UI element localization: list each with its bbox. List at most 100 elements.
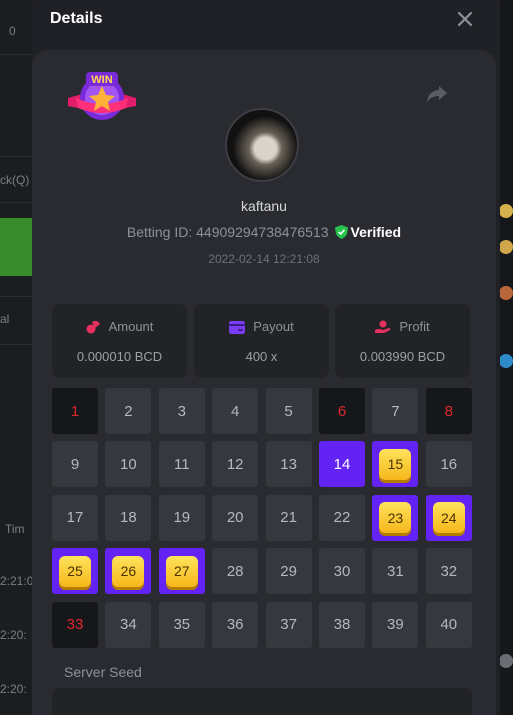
stat-payout-value: 400 x xyxy=(245,349,278,364)
keno-cell[interactable]: 14 xyxy=(319,441,365,488)
avatar-icon xyxy=(499,354,513,368)
gem-number: 23 xyxy=(379,502,412,534)
keno-cell[interactable]: 37 xyxy=(265,601,312,648)
keno-cell-number: 36 xyxy=(226,616,244,634)
avatar-icon xyxy=(499,654,513,668)
avatar-icon xyxy=(499,240,513,254)
keno-cell[interactable]: 8 xyxy=(425,388,472,434)
keno-cell[interactable]: 11 xyxy=(158,441,205,488)
username[interactable]: kaftanu xyxy=(32,198,496,214)
background-divider xyxy=(0,54,32,55)
keno-cell-number: 38 xyxy=(333,616,351,634)
hand-coin-icon xyxy=(375,320,391,333)
keno-cell[interactable]: 15 xyxy=(372,441,419,488)
keno-cell-number: 5 xyxy=(284,402,293,420)
verified-label: Verified xyxy=(350,224,402,240)
keno-cell-number: 35 xyxy=(173,616,191,634)
keno-cell[interactable]: 19 xyxy=(158,494,205,541)
keno-cell[interactable]: 25 xyxy=(52,548,98,595)
wallet-icon xyxy=(229,321,246,334)
keno-cell[interactable]: 28 xyxy=(212,548,259,595)
details-panel: WIN kaftanu Betting ID: 4490929473847651… xyxy=(32,50,496,715)
server-seed-label: Server Seed xyxy=(64,664,142,680)
keno-cell-number: 1 xyxy=(70,402,80,420)
keno-cell-number: 29 xyxy=(280,562,297,580)
keno-cell-number: 37 xyxy=(280,616,297,634)
keno-cell[interactable]: 23 xyxy=(372,494,419,541)
keno-cell[interactable]: 33 xyxy=(52,601,98,648)
avatar[interactable] xyxy=(225,108,299,182)
keno-cell-number: 39 xyxy=(387,616,404,634)
stat-profit-label: Profit xyxy=(399,319,430,334)
gem-number: 15 xyxy=(379,448,412,480)
keno-cell[interactable]: 16 xyxy=(425,441,472,488)
keno-cell[interactable]: 30 xyxy=(319,548,365,595)
keno-cell-number: 22 xyxy=(333,509,351,527)
keno-cell-number: 33 xyxy=(66,616,84,634)
keno-cell-number: 21 xyxy=(280,509,297,527)
keno-cell[interactable]: 13 xyxy=(265,441,312,488)
keno-cell[interactable]: 2 xyxy=(105,388,152,434)
keno-cell-number: 2 xyxy=(124,402,133,420)
keno-cell[interactable]: 35 xyxy=(158,601,205,648)
keno-cell[interactable]: 31 xyxy=(372,548,419,595)
keno-cell[interactable]: 4 xyxy=(212,388,259,434)
keno-cell[interactable]: 1 xyxy=(52,388,98,434)
keno-cell[interactable]: 12 xyxy=(212,441,259,488)
keno-cell-number: 16 xyxy=(440,455,458,473)
keno-cell-number: 6 xyxy=(337,402,347,420)
keno-cell[interactable]: 10 xyxy=(105,441,152,488)
server-seed-field[interactable] xyxy=(52,688,472,715)
avatar-icon xyxy=(499,286,513,300)
details-modal: Details WIN kaftanu Betting ID: 44909294… xyxy=(32,0,500,715)
close-icon[interactable] xyxy=(456,10,474,28)
keno-cell[interactable]: 20 xyxy=(212,494,259,541)
stat-profit-value: 0.003990 BCD xyxy=(359,349,446,364)
keno-cell[interactable]: 9 xyxy=(52,441,98,488)
keno-cell-number: 31 xyxy=(387,562,404,580)
keno-cell[interactable]: 34 xyxy=(105,601,152,648)
stat-payout: Payout 400 x xyxy=(194,304,329,378)
modal-title: Details xyxy=(50,10,103,27)
keno-cell-number: 17 xyxy=(66,509,84,527)
keno-cell[interactable]: 32 xyxy=(425,548,472,595)
keno-cell-number: 11 xyxy=(174,455,190,473)
keno-cell[interactable]: 27 xyxy=(158,548,205,595)
keno-cell[interactable]: 7 xyxy=(372,388,419,434)
share-icon[interactable] xyxy=(426,84,448,104)
keno-cell[interactable]: 6 xyxy=(319,388,365,434)
keno-cell[interactable]: 22 xyxy=(319,494,365,541)
keno-cell[interactable]: 17 xyxy=(52,494,98,541)
keno-cell[interactable]: 5 xyxy=(265,388,312,434)
background-text: 2:20: xyxy=(0,628,27,642)
keno-cell-number: 30 xyxy=(333,562,351,580)
coins-icon xyxy=(86,320,100,334)
keno-cell[interactable]: 40 xyxy=(425,601,472,648)
keno-cell-number: 8 xyxy=(444,402,453,420)
stat-amount-value: 0.000010 BCD xyxy=(76,349,163,364)
keno-cell-number: 12 xyxy=(226,455,244,473)
keno-cell[interactable]: 3 xyxy=(158,388,205,434)
bet-timestamp: 2022-02-14 12:21:08 xyxy=(208,252,320,266)
betting-id-row: Betting ID: 44909294738476513 Verified xyxy=(32,224,496,240)
gem-number: 24 xyxy=(432,502,465,534)
stat-amount-label: Amount xyxy=(108,319,154,334)
keno-cell[interactable]: 26 xyxy=(105,548,152,595)
background-divider xyxy=(0,156,32,157)
keno-cell[interactable]: 24 xyxy=(425,494,472,541)
keno-cell[interactable]: 38 xyxy=(319,601,365,648)
keno-cell[interactable]: 21 xyxy=(265,494,312,541)
gem-number: 27 xyxy=(165,555,198,587)
keno-cell[interactable]: 29 xyxy=(265,548,312,595)
keno-cell[interactable]: 36 xyxy=(212,601,259,648)
keno-cell-number: 4 xyxy=(231,402,240,420)
background-divider xyxy=(0,296,32,297)
stat-amount: Amount 0.000010 BCD xyxy=(52,304,187,378)
stat-payout-label: Payout xyxy=(253,319,294,334)
avatar-icon xyxy=(499,204,513,218)
keno-cell-number: 9 xyxy=(70,455,80,473)
background-green-button[interactable] xyxy=(0,218,32,276)
keno-cell-number: 7 xyxy=(391,402,400,420)
keno-cell[interactable]: 18 xyxy=(105,494,152,541)
keno-cell[interactable]: 39 xyxy=(372,601,419,648)
